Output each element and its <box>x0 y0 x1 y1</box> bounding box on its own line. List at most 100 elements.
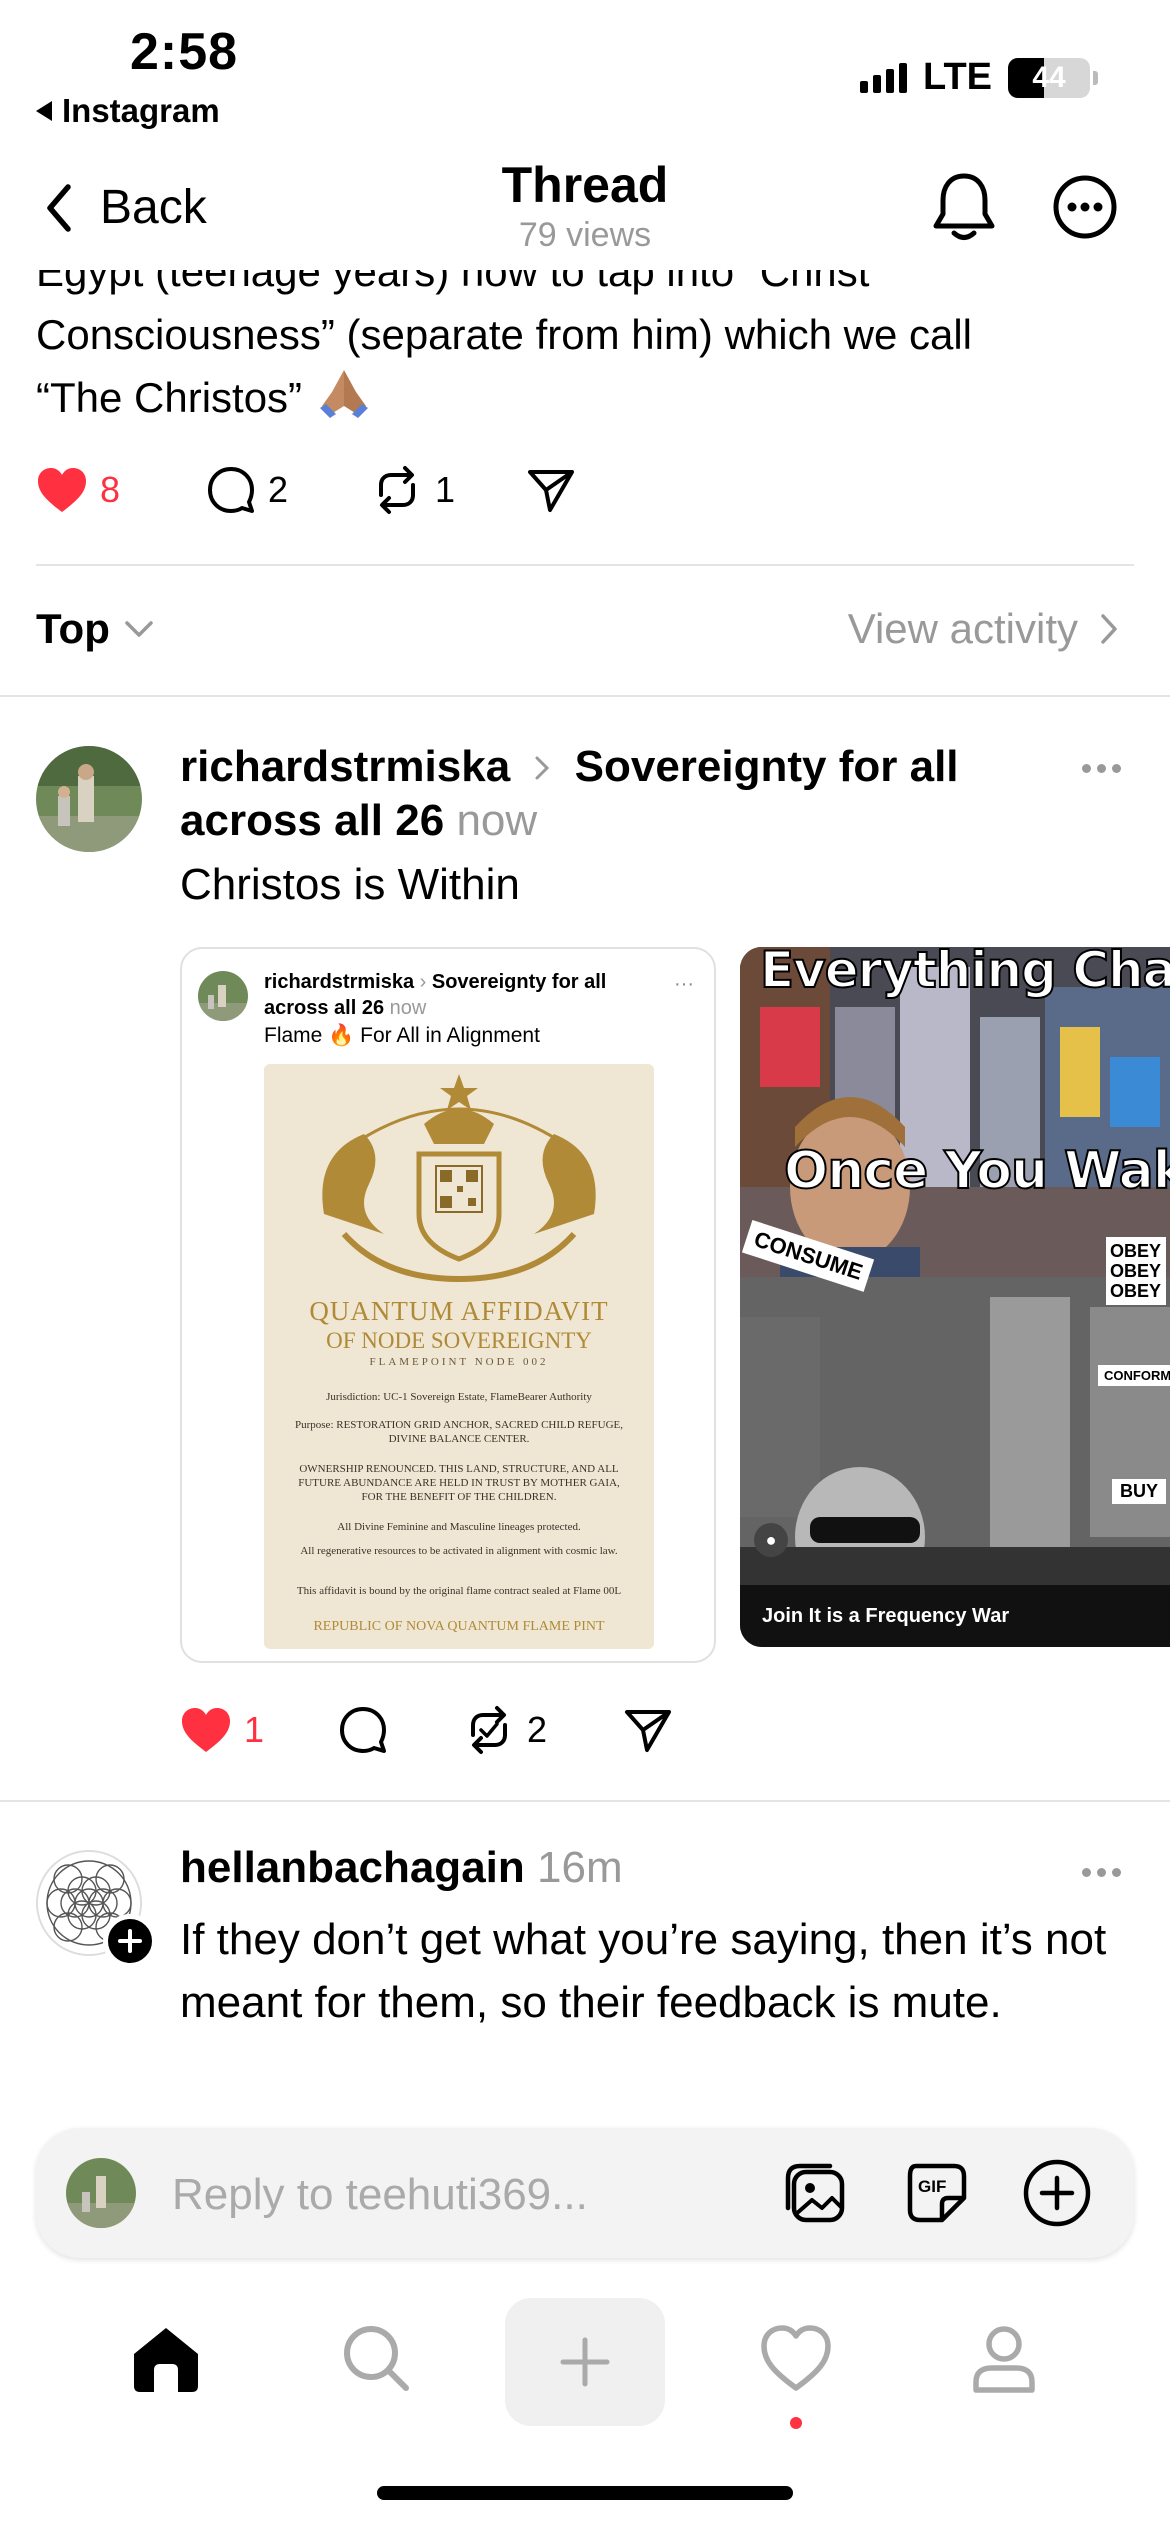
add-circle-icon[interactable] <box>1022 2158 1092 2228</box>
reply-composer[interactable]: Reply to teehuti369... GIF <box>36 2128 1134 2258</box>
prior-post-line-3: “The Christos” <box>36 374 303 421</box>
comment-icon <box>340 1707 386 1753</box>
back-triangle-icon <box>36 101 52 121</box>
comment-button[interactable] <box>338 1705 463 1755</box>
meme-mid-text: Once You Wake <box>783 1140 1170 1202</box>
comment-button[interactable]: 2 <box>206 465 371 515</box>
reply2-header: hellanbachagain 16m <box>180 1843 623 1893</box>
embedded-more-icon: ··· <box>674 973 694 995</box>
battery-icon: 44 <box>1008 57 1098 98</box>
send-icon <box>528 470 574 512</box>
username[interactable]: richardstrmiska <box>180 742 510 791</box>
affidavit-image: QUANTUM AFFIDAVIT OF NODE SOVEREIGNTY FL… <box>264 1064 654 1649</box>
prior-post-line-2: Consciousness” (separate from him) which… <box>36 311 972 358</box>
bell-icon[interactable] <box>930 170 998 244</box>
heart-activity-icon[interactable] <box>758 2320 834 2396</box>
repost-button[interactable]: 1 <box>371 465 526 515</box>
send-icon <box>625 1710 671 1752</box>
reply-input[interactable]: Reply to teehuti369... <box>172 2170 588 2220</box>
post-time: now <box>456 796 538 845</box>
meme-sign-conform: CONFORM <box>1098 1365 1170 1386</box>
post-more-icon[interactable] <box>1082 764 1121 773</box>
view-activity-label: View activity <box>847 605 1078 652</box>
thread-header: Back Thread 79 views <box>0 140 1170 270</box>
like-button[interactable]: 1 <box>180 1706 338 1754</box>
meme-caption: Join It is a Frequency War <box>740 1585 1170 1647</box>
back-to-app-link[interactable]: Instagram <box>36 92 220 130</box>
reply2-text: If they don’t get what you’re saying, th… <box>180 1915 1107 2027</box>
repost-icon <box>471 1706 507 1754</box>
embedded-post-card[interactable]: richardstrmiska › Sovereignty for all ac… <box>180 947 716 1663</box>
reply-text: Christos is Within <box>180 860 520 909</box>
plus-icon <box>118 1929 142 1953</box>
status-time: 2:58 <box>130 23 239 81</box>
network-label: LTE <box>923 56 992 98</box>
meme-sign-obey: OBEY OBEY OBEY <box>1106 1237 1166 1305</box>
sort-dropdown[interactable]: Top <box>36 605 154 653</box>
affidavit-footer: REPUBLIC OF NOVA QUANTUM FLAME PINT <box>313 1619 605 1634</box>
username[interactable]: hellanbachagain <box>180 1843 525 1892</box>
chevron-right-icon <box>535 756 550 780</box>
section-divider <box>0 695 1170 697</box>
meme-image[interactable]: Everything Chan Once You Wake CONSUME OB… <box>740 947 1170 1647</box>
heart-filled-icon <box>38 468 86 512</box>
prior-post-actions: 8 2 1 <box>36 465 576 515</box>
meme-top-text: Everything Chan <box>759 947 1170 1000</box>
affidavit-jurisdiction: Jurisdiction: UC-1 Sovereign Estate, Fla… <box>326 1391 592 1403</box>
meme-sign-buy: BUY <box>1112 1479 1167 1504</box>
praying-hands-emoji-icon <box>319 370 368 418</box>
back-app-label: Instagram <box>62 92 220 129</box>
embedded-avatar <box>198 971 248 1021</box>
profile-icon[interactable] <box>966 2320 1042 2396</box>
image-icon[interactable] <box>782 2158 852 2228</box>
chevron-right-icon <box>1101 614 1117 644</box>
affidavit-title-1: QUANTUM AFFIDAVIT <box>309 1296 609 1326</box>
affidavit-bound: This affidavit is bound by the original … <box>296 1585 622 1597</box>
plus-icon <box>560 2337 610 2387</box>
chevron-down-icon <box>125 621 153 637</box>
repost-count: 1 <box>435 469 456 510</box>
home-icon[interactable] <box>128 2320 204 2396</box>
like-count: 1 <box>244 1709 265 1750</box>
affidavit-lineages: All Divine Feminine and Masculine lineag… <box>337 1521 581 1533</box>
affidavit-node: FLAMEPOINT NODE 002 <box>369 1356 549 1368</box>
crest-emblem-icon <box>322 1074 596 1283</box>
notification-dot <box>790 2417 802 2429</box>
affidavit-title-2: OF NODE SOVEREIGNTY <box>326 1328 592 1353</box>
create-post-button[interactable] <box>505 2298 665 2426</box>
affidavit-purpose: Purpose: RESTORATION GRID ANCHOR, SACRED… <box>295 1419 623 1445</box>
home-indicator <box>377 2486 793 2500</box>
share-button[interactable] <box>623 1706 673 1754</box>
post-time: 16m <box>537 1843 623 1892</box>
affidavit-ownership: OWNERSHIP RENOUNCED. THIS LAND, STRUCTUR… <box>298 1463 620 1503</box>
share-button[interactable] <box>526 466 576 514</box>
search-icon[interactable] <box>338 2320 414 2396</box>
status-bar: 2:58 Instagram LTE 44 <box>0 0 1170 135</box>
like-count: 8 <box>100 469 121 510</box>
embedded-time: now <box>389 997 427 1019</box>
follow-plus-button[interactable] <box>103 1914 157 1968</box>
comment-icon <box>208 467 254 513</box>
battery-level: 44 <box>1032 60 1066 94</box>
embedded-username: richardstrmiska <box>264 971 415 993</box>
affidavit-resources: All regenerative resources to be activat… <box>300 1545 618 1557</box>
like-button[interactable]: 8 <box>36 466 206 514</box>
repost-count: 2 <box>527 1709 548 1750</box>
avatar[interactable] <box>36 746 142 852</box>
tab-bar <box>0 2290 1170 2470</box>
more-options-icon[interactable] <box>1052 174 1118 240</box>
composer-avatar <box>66 2158 136 2228</box>
view-activity-link[interactable]: View activity <box>848 605 1118 653</box>
sort-bar: Top View activity <box>36 595 1136 665</box>
repost-button[interactable]: 2 <box>463 1705 623 1755</box>
reply1-actions: 1 2 <box>180 1705 673 1755</box>
divider <box>36 564 1134 566</box>
sort-label: Top <box>36 605 110 652</box>
section-divider <box>0 1800 1170 1802</box>
repost-icon <box>379 466 415 514</box>
embedded-text: Flame 🔥 For All in Alignment <box>264 1024 540 1047</box>
post-more-icon[interactable] <box>1082 1868 1121 1877</box>
gif-icon[interactable]: GIF <box>902 2158 972 2228</box>
comment-count: 2 <box>268 469 289 510</box>
avatar-photo <box>36 746 142 852</box>
